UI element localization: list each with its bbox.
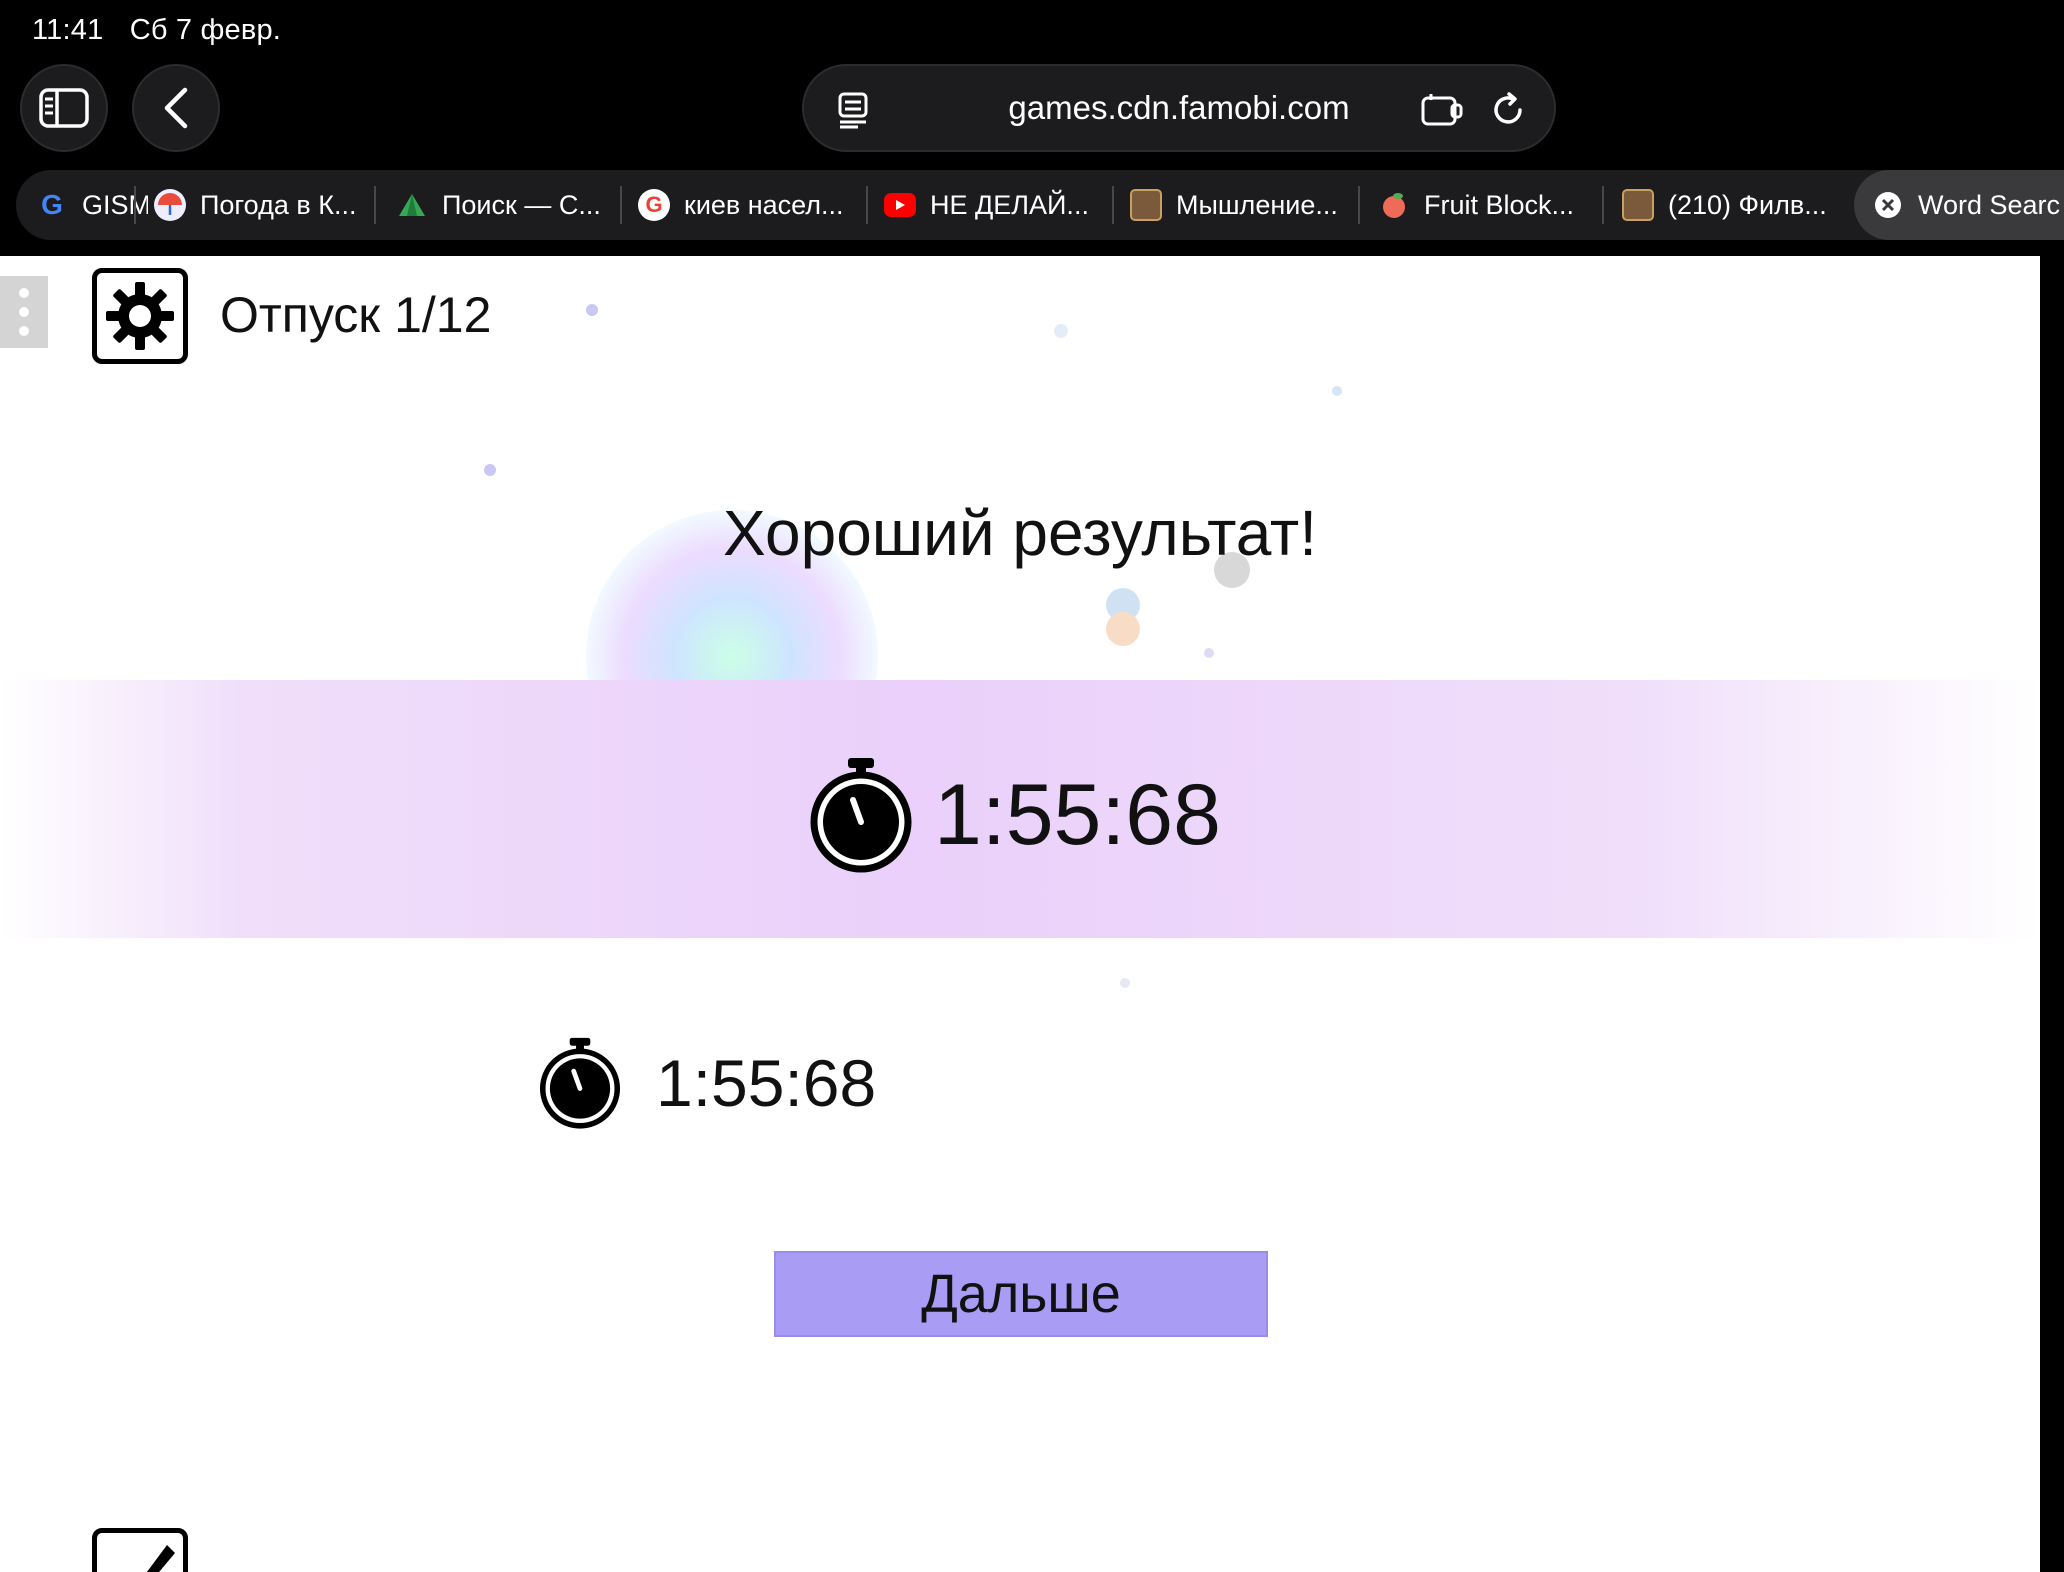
side-menu-handle[interactable]	[0, 276, 48, 348]
best-time: 1:55:68	[538, 1036, 876, 1130]
pencil-icon	[146, 1545, 175, 1572]
sidebar-toggle-button[interactable]	[20, 64, 108, 152]
current-time: 1:55:68	[808, 756, 1221, 874]
google-icon: G	[638, 189, 670, 221]
pyramid-icon	[396, 189, 428, 221]
google-g-icon: G	[41, 189, 63, 220]
tab-bar: G GISM Погода в К... Поиск — С... G киев…	[16, 170, 2064, 240]
stopwatch-icon	[539, 1037, 621, 1129]
next-button[interactable]: Дальше	[774, 1251, 1268, 1337]
tab-kiev[interactable]: G киев насел...	[638, 170, 868, 240]
youtube-icon	[884, 193, 916, 217]
game-viewport: Отпуск 1/12 Хороший результат! 1:55:68 1…	[0, 256, 2040, 1572]
stopwatch-icon	[810, 758, 912, 873]
tab-label: (210) Филв...	[1668, 189, 1827, 220]
tab-youtube[interactable]: НЕ ДЕЛАЙ...	[884, 170, 1110, 240]
tab-thinking[interactable]: Мышление...	[1130, 170, 1360, 240]
tab-label: Word Searc	[1918, 189, 2061, 220]
best-time-value: 1:55:68	[656, 1046, 877, 1120]
extension-icon[interactable]	[1418, 86, 1466, 134]
status-time: 11:41	[32, 14, 104, 46]
tab-label: Погода в К...	[200, 189, 357, 220]
chevron-left-icon	[164, 87, 188, 129]
tab-weather[interactable]: Погода в К...	[154, 170, 384, 240]
current-time-value: 1:55:68	[934, 766, 1221, 863]
tab-label: GISM	[82, 189, 148, 220]
sidebar-icon	[39, 88, 89, 128]
gear-icon	[106, 282, 174, 350]
peach-icon	[1378, 189, 1410, 221]
tab-label: НЕ ДЕЛАЙ...	[930, 189, 1089, 220]
address-bar[interactable]: games.cdn.famobi.com	[802, 64, 1556, 152]
status-bar: 11:41 Сб 7 февр.	[32, 14, 299, 47]
reader-mode-icon[interactable]	[830, 86, 878, 134]
tab-label: Мышление...	[1176, 189, 1338, 220]
status-date: Сб 7 февр.	[129, 14, 282, 46]
tab-search[interactable]: Поиск — С...	[396, 170, 622, 240]
tab-philosophy[interactable]: (210) Филв...	[1622, 170, 1852, 240]
tab-label: киев насел...	[684, 189, 844, 220]
reload-icon[interactable]	[1484, 86, 1532, 134]
back-button[interactable]	[132, 64, 220, 152]
tab-gism[interactable]: G GISM	[36, 170, 148, 240]
tab-word-search[interactable]: Word Searc	[1854, 170, 2064, 240]
umbrella-icon	[154, 189, 186, 221]
tab-fruit-block[interactable]: Fruit Block...	[1378, 170, 1608, 240]
tab-label: Fruit Block...	[1424, 189, 1575, 220]
edit-button[interactable]	[92, 1528, 188, 1572]
tab-label: Поиск — С...	[442, 189, 601, 220]
window-edge	[2040, 256, 2064, 1572]
result-title: Хороший результат!	[723, 497, 1317, 569]
book-cover-icon	[1622, 189, 1654, 221]
level-label: Отпуск 1/12	[220, 287, 492, 343]
settings-button[interactable]	[92, 268, 188, 364]
book-cover-icon	[1130, 189, 1162, 221]
close-circle-icon[interactable]	[1872, 189, 1904, 221]
